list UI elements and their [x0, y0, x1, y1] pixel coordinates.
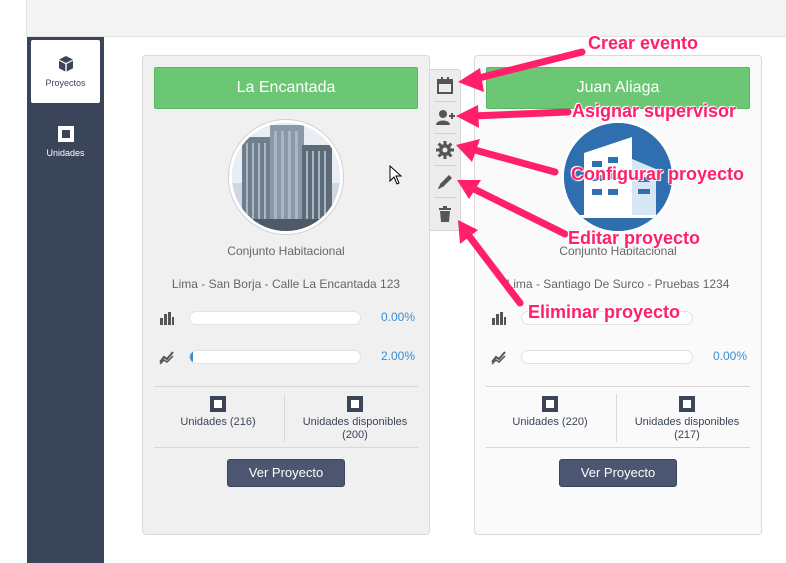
sidebar-item-unidades[interactable]: Unidades — [31, 110, 100, 173]
project-type: Conjunto Habitacional — [227, 244, 345, 258]
divider — [434, 165, 456, 166]
divider — [154, 386, 418, 387]
units-count[interactable]: Unidades (216) — [154, 396, 282, 429]
square-icon — [542, 396, 558, 412]
divider — [486, 447, 750, 448]
sidebar-item-proyectos[interactable]: Proyectos — [31, 40, 100, 103]
sidebar: Proyectos Unidades — [27, 37, 104, 563]
annotation-eliminar-proyecto: Eliminar proyecto — [528, 302, 681, 322]
progress-value: 0.00% — [380, 310, 415, 324]
divider — [434, 101, 456, 102]
project-avatar — [229, 120, 343, 234]
progress-bar — [521, 350, 693, 364]
top-bar — [0, 0, 786, 37]
sidebar-item-label: Proyectos — [45, 78, 86, 88]
annotation-asignar-supervisor: Asignar supervisor — [572, 101, 737, 121]
annotation-crear-evento: Crear evento — [588, 33, 699, 53]
progress-row: 0.00% — [159, 308, 415, 328]
units-count[interactable]: Unidades (220) — [486, 396, 614, 429]
available-label: Unidades disponibles (217) — [634, 416, 740, 441]
trash-icon[interactable] — [434, 203, 456, 225]
progress-bar — [189, 350, 361, 364]
top-left-corner — [0, 0, 27, 37]
square-icon — [347, 396, 363, 412]
divider — [434, 197, 456, 198]
square-icon — [57, 126, 74, 142]
project-card: Juan Aliaga Conjunto Habitacional Lima -… — [474, 55, 762, 535]
mouse-cursor-icon — [389, 165, 403, 185]
gear-icon[interactable] — [434, 139, 456, 161]
trend-icon — [159, 351, 174, 365]
ver-proyecto-button[interactable]: Ver Proyecto — [227, 459, 345, 487]
square-icon — [210, 396, 226, 412]
bar-chart-icon — [160, 312, 174, 325]
calendar-icon[interactable] — [434, 75, 456, 97]
annotation-editar-proyecto: Editar proyecto — [568, 228, 701, 248]
progress-row: 0.00% — [491, 347, 747, 367]
units-label: Unidades (216) — [180, 416, 256, 428]
trend-icon — [491, 351, 506, 365]
project-title[interactable]: La Encantada — [154, 67, 418, 109]
add-user-icon[interactable] — [434, 107, 456, 129]
square-icon — [679, 396, 695, 412]
project-card: La Encantada Conjunto Habitacional Lima … — [142, 55, 430, 535]
annotation-configurar-proyecto: Configurar proyecto — [571, 164, 745, 184]
pencil-icon[interactable] — [434, 171, 456, 193]
units-label: Unidades (220) — [512, 416, 588, 428]
building-photo-icon — [232, 123, 340, 231]
cube-icon — [58, 56, 73, 72]
project-actions-toolbar — [430, 69, 461, 231]
progress-value: 0.00% — [712, 349, 747, 363]
divider — [284, 394, 285, 442]
divider — [616, 394, 617, 442]
available-label: Unidades disponibles (200) — [302, 416, 408, 441]
units-available[interactable]: Unidades disponibles (217) — [623, 396, 751, 442]
ver-proyecto-button[interactable]: Ver Proyecto — [559, 459, 677, 487]
progress-value: 2.00% — [380, 349, 415, 363]
progress-bar — [189, 311, 361, 325]
divider — [434, 133, 456, 134]
project-address: Lima - Santiago De Surco - Pruebas 1234 — [506, 277, 730, 291]
bar-chart-icon — [492, 312, 506, 325]
divider — [486, 386, 750, 387]
divider — [154, 447, 418, 448]
left-strip — [0, 37, 27, 563]
project-address: Lima - San Borja - Calle La Encantada 12… — [171, 277, 401, 291]
units-available[interactable]: Unidades disponibles (200) — [291, 396, 419, 442]
progress-row: 2.00% — [159, 347, 415, 367]
sidebar-item-label: Unidades — [46, 148, 85, 158]
